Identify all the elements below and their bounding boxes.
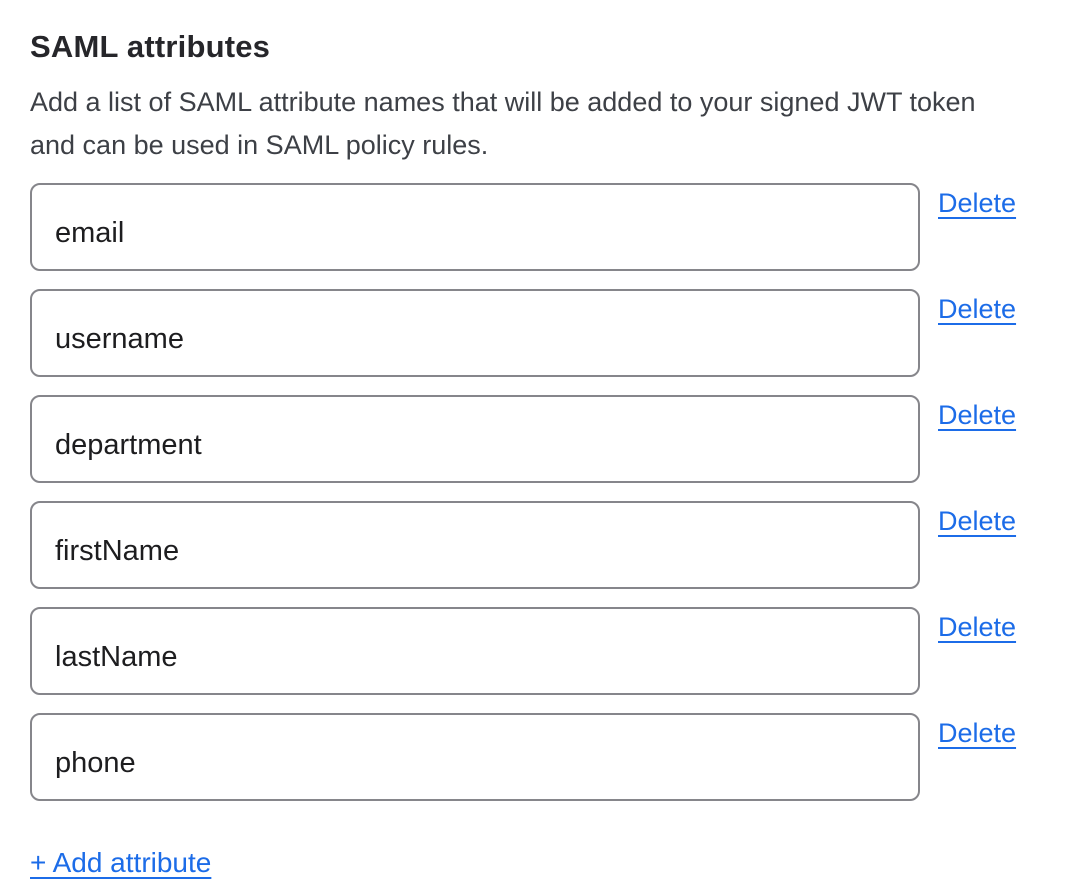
saml-attributes-section: SAML attributes Add a list of SAML attri… [0,0,1066,886]
delete-attribute-link[interactable]: Delete [938,610,1016,645]
attribute-row: Delete [30,713,1036,801]
attribute-name-input[interactable] [30,183,920,271]
attribute-name-input[interactable] [30,607,920,695]
attribute-name-input[interactable] [30,713,920,801]
description-line-2: and can be used in SAML policy rules. [30,124,1036,167]
attribute-row: Delete [30,607,1036,695]
attribute-name-input[interactable] [30,501,920,589]
section-title: SAML attributes [30,28,1036,67]
delete-attribute-link[interactable]: Delete [938,398,1016,433]
delete-attribute-link[interactable]: Delete [938,504,1016,539]
delete-attribute-link[interactable]: Delete [938,186,1016,221]
delete-attribute-link[interactable]: Delete [938,292,1016,327]
attribute-list: Delete Delete Delete Delete Delete Delet… [30,183,1036,801]
delete-attribute-link[interactable]: Delete [938,716,1016,751]
attribute-row: Delete [30,395,1036,483]
attribute-name-input[interactable] [30,289,920,377]
description-line-1: Add a list of SAML attribute names that … [30,81,1036,124]
add-attribute-link[interactable]: + Add attribute [30,845,211,881]
section-description: Add a list of SAML attribute names that … [30,81,1036,167]
attribute-name-input[interactable] [30,395,920,483]
attribute-row: Delete [30,501,1036,589]
attribute-row: Delete [30,183,1036,271]
attribute-row: Delete [30,289,1036,377]
